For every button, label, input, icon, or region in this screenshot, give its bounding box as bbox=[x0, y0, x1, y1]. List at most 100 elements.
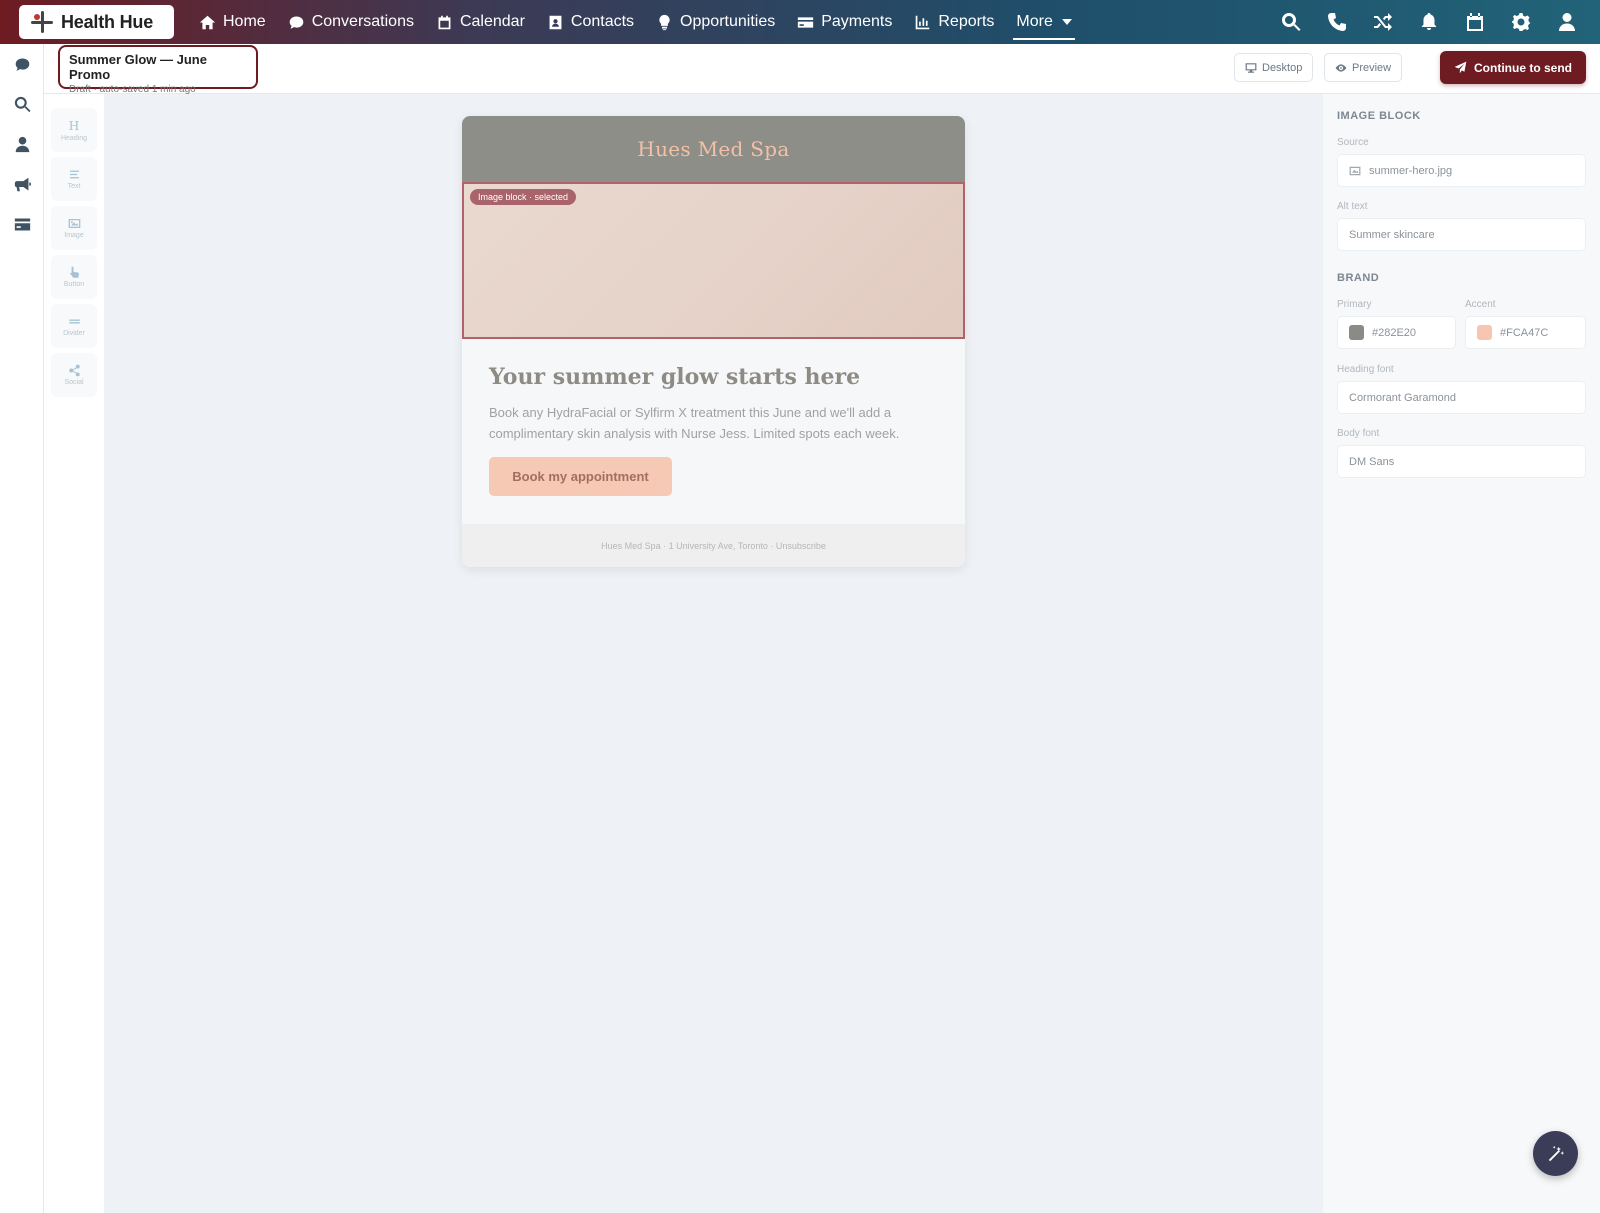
primary-color-label: Primary bbox=[1337, 299, 1372, 310]
rail-marketing[interactable] bbox=[0, 164, 44, 204]
email-heading[interactable]: Your summer glow starts here bbox=[489, 364, 860, 390]
nav-calendar[interactable]: Calendar bbox=[425, 0, 536, 44]
palette-divider-label: Divider bbox=[63, 330, 85, 337]
nav-more[interactable]: More bbox=[1005, 0, 1082, 44]
contact-card-icon bbox=[549, 15, 562, 29]
body-font-field[interactable]: DM Sans bbox=[1337, 445, 1586, 478]
nav-payments[interactable]: Payments bbox=[786, 0, 903, 44]
search-icon bbox=[14, 96, 31, 112]
eye-icon bbox=[1335, 63, 1347, 72]
email-footer: Hues Med Spa · 1 University Ave, Toronto… bbox=[462, 524, 965, 567]
rail-payments[interactable] bbox=[0, 204, 44, 244]
accent-color-swatch[interactable] bbox=[1477, 325, 1492, 340]
rail-contacts[interactable] bbox=[0, 124, 44, 164]
palette-text-label: Text bbox=[67, 183, 81, 190]
email-content-block: Your summer glow starts here Book any Hy… bbox=[462, 339, 965, 524]
preview-label: Preview bbox=[1352, 61, 1392, 74]
main-nav: Home Conversations Calendar Contacts Opp… bbox=[188, 0, 1083, 44]
left-rail bbox=[0, 44, 44, 1213]
palette-social-label: Social bbox=[64, 379, 84, 386]
search-button[interactable] bbox=[1272, 3, 1310, 41]
logo-mark-icon bbox=[31, 11, 53, 33]
image-block-section-title: IMAGE BLOCK bbox=[1337, 110, 1421, 122]
chevron-down-icon bbox=[1061, 19, 1072, 25]
palette-heading[interactable]: H Heading bbox=[51, 108, 97, 152]
palette-heading-label: Heading bbox=[60, 134, 88, 142]
primary-color-value: #282E20 bbox=[1372, 326, 1417, 339]
nav-home[interactable]: Home bbox=[188, 0, 277, 44]
search-icon bbox=[1282, 13, 1301, 31]
image-icon bbox=[68, 218, 80, 229]
accent-color-label: Accent bbox=[1465, 299, 1496, 310]
desktop-view-button[interactable]: Desktop bbox=[1234, 53, 1314, 82]
primary-color-swatch[interactable] bbox=[1349, 325, 1364, 340]
email-body-text[interactable]: Book any HydraFacial or Sylfirm X treatm… bbox=[489, 402, 919, 444]
palette-text[interactable]: Text bbox=[51, 157, 97, 201]
chat-icon bbox=[289, 16, 303, 29]
calendar-icon bbox=[1467, 13, 1483, 31]
primary-color-field[interactable]: #282E20 bbox=[1337, 316, 1456, 349]
brand-section-title: BRAND bbox=[1337, 272, 1380, 284]
palette-divider[interactable]: Divider bbox=[51, 304, 97, 348]
nav-conversations[interactable]: Conversations bbox=[277, 0, 425, 44]
monitor-icon bbox=[1245, 62, 1257, 73]
shuffle-icon bbox=[1374, 13, 1392, 31]
nav-conversations-label: Conversations bbox=[311, 13, 414, 30]
pointer-icon bbox=[69, 266, 79, 278]
email-cta-button[interactable]: Book my appointment bbox=[489, 457, 672, 496]
user-icon bbox=[15, 136, 29, 152]
send-icon bbox=[1454, 61, 1467, 74]
notifications-button[interactable] bbox=[1410, 3, 1448, 41]
app-logo[interactable]: Health Hue bbox=[19, 5, 174, 39]
accent-color-field[interactable]: #FCA47C bbox=[1465, 316, 1586, 349]
nav-home-label: Home bbox=[223, 13, 266, 30]
nav-calendar-label: Calendar bbox=[459, 13, 525, 30]
phone-button[interactable] bbox=[1318, 3, 1356, 41]
profile-button[interactable] bbox=[1548, 3, 1586, 41]
settings-button[interactable] bbox=[1502, 3, 1540, 41]
bell-icon bbox=[1421, 13, 1437, 30]
heading-font-field[interactable]: Cormorant Garamond bbox=[1337, 381, 1586, 414]
nav-reports-label: Reports bbox=[938, 13, 995, 30]
nav-opportunities[interactable]: Opportunities bbox=[645, 0, 786, 44]
palette-image[interactable]: Image bbox=[51, 206, 97, 250]
block-palette: H Heading Text Image Button Divider Soci… bbox=[44, 94, 104, 1213]
home-icon bbox=[199, 15, 216, 29]
text-lines-icon bbox=[69, 170, 79, 179]
source-field[interactable]: summer-hero.jpg bbox=[1337, 154, 1586, 187]
image-icon bbox=[1349, 166, 1361, 175]
top-navigation: Health Hue Home Conversations Calendar C… bbox=[0, 0, 1600, 44]
alt-text-field[interactable]: Summer skincare bbox=[1337, 218, 1586, 251]
magic-wand-icon bbox=[1548, 1145, 1564, 1161]
body-font-value: DM Sans bbox=[1349, 455, 1395, 468]
rail-conversations[interactable] bbox=[0, 44, 44, 84]
accent-color-value: #FCA47C bbox=[1500, 326, 1549, 339]
ai-assist-button[interactable] bbox=[1533, 1131, 1578, 1176]
palette-button-label: Button bbox=[63, 281, 85, 288]
heading-font-label: Heading font bbox=[1337, 364, 1394, 375]
user-icon bbox=[1559, 13, 1575, 31]
continue-to-send-button[interactable]: Continue to send bbox=[1440, 51, 1586, 84]
preview-button[interactable]: Preview bbox=[1324, 53, 1403, 82]
selected-badge: Image block · selected bbox=[470, 189, 577, 205]
credit-card-icon bbox=[798, 16, 814, 28]
alt-text-value: Summer skincare bbox=[1349, 228, 1435, 241]
editor-header: Summer Glow — June Promo Draft · auto-sa… bbox=[44, 44, 1600, 95]
email-header-block[interactable]: Hues Med Spa bbox=[462, 116, 965, 182]
chat-icon bbox=[15, 58, 29, 71]
palette-button[interactable]: Button bbox=[51, 255, 97, 299]
automation-button[interactable] bbox=[1364, 3, 1402, 41]
nav-more-label: More bbox=[1016, 13, 1053, 30]
nav-contacts[interactable]: Contacts bbox=[536, 0, 645, 44]
document-title-field[interactable]: Summer Glow — June Promo Draft · auto-sa… bbox=[58, 45, 258, 95]
hero-image-block[interactable]: Image block · selected bbox=[462, 182, 965, 339]
logo-text: Health Hue bbox=[61, 11, 154, 32]
nav-reports[interactable]: Reports bbox=[903, 0, 1005, 44]
palette-image-label: Image bbox=[64, 232, 84, 239]
rail-search[interactable] bbox=[0, 84, 44, 124]
continue-to-send-label: Continue to send bbox=[1474, 60, 1572, 75]
document-title: Summer Glow — June Promo bbox=[69, 52, 207, 82]
palette-social[interactable]: Social bbox=[51, 353, 97, 397]
alt-text-label: Alt text bbox=[1337, 201, 1368, 212]
calendar-button[interactable] bbox=[1456, 3, 1494, 41]
